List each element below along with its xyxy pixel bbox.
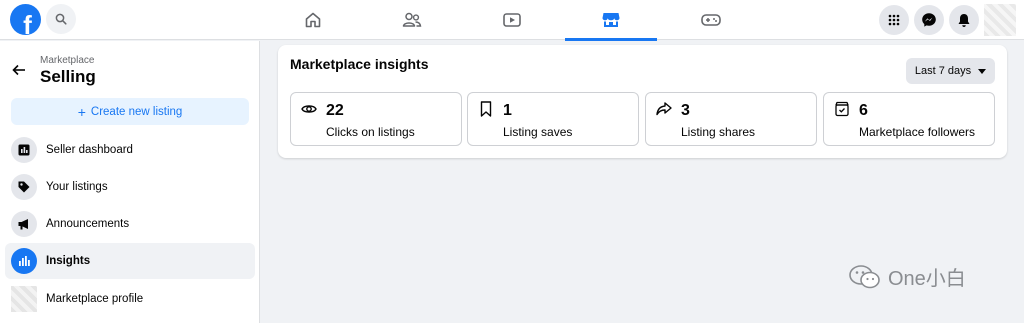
sidebar-item-insights[interactable]: Insights [5,243,255,279]
page-title: Selling [40,67,96,86]
stat-value: 6 [859,102,868,119]
shop-bag-icon [834,101,850,117]
sidebar-item-label: Insights [46,255,91,267]
menu-grid-icon [888,14,900,26]
stat-label: Listing saves [503,125,573,139]
messenger-button[interactable] [914,5,944,35]
home-icon [305,12,321,28]
tab-marketplace[interactable] [565,0,657,41]
stat-card-clicks: 22 Clicks on listings [290,92,462,146]
share-icon [656,101,672,117]
card-title: Marketplace insights [290,56,429,72]
stat-card-shares: 3 Listing shares [645,92,817,146]
top-navigation-bar: f [0,0,1024,41]
plus-icon: + [77,103,86,120]
bookmark-icon [478,101,494,117]
stat-value: 1 [503,102,512,119]
back-button[interactable] [10,61,28,79]
sidebar-item-marketplace-profile[interactable]: Marketplace profile [5,281,255,317]
bar-chart-icon [11,248,37,274]
tab-friends[interactable] [366,0,458,40]
stat-value: 22 [326,102,344,119]
breadcrumb[interactable]: Marketplace [40,55,94,66]
account-avatar[interactable] [984,4,1016,36]
stat-label: Clicks on listings [326,125,415,139]
watermark-text: One小白 [888,268,966,290]
sidebar-item-announcements[interactable]: Announcements [5,206,255,242]
gaming-icon [701,14,721,26]
marketplace-icon [602,13,620,27]
tab-watch[interactable] [466,0,558,40]
facebook-logo[interactable]: f [10,4,41,35]
sidebar: Marketplace Selling + Create new listing… [0,41,260,323]
caret-down-icon [978,68,987,74]
dashboard-icon [11,137,37,163]
stat-card-followers: 6 Marketplace followers [823,92,995,146]
eye-icon [301,101,317,117]
date-range-select[interactable]: Last 7 days [906,58,995,84]
tab-home[interactable] [267,0,359,40]
notifications-button[interactable] [949,5,979,35]
stat-card-saves: 1 Listing saves [467,92,639,146]
sidebar-item-label: Announcements [46,218,130,230]
messenger-icon [922,13,936,27]
search-button[interactable] [46,4,76,34]
tag-icon [11,174,37,200]
sidebar-item-your-listings[interactable]: Your listings [5,169,255,205]
profile-avatar [11,286,37,312]
sidebar-item-label: Seller dashboard [46,144,133,156]
stat-label: Marketplace followers [859,125,976,139]
stat-value: 3 [681,102,690,119]
search-icon [55,13,67,25]
create-listing-button[interactable]: + Create new listing [11,98,249,125]
stat-label: Listing shares [681,125,756,139]
tab-gaming[interactable] [665,0,757,40]
sidebar-item-label: Marketplace profile [46,293,144,305]
notifications-icon [958,13,970,27]
wechat-icon [849,264,880,288]
insights-card: Marketplace insights Last 7 days 22 Clic… [278,45,1007,158]
sidebar-item-label: Your listings [46,181,108,193]
megaphone-icon [11,211,37,237]
back-arrow-icon [12,64,25,76]
sidebar-item-seller-dashboard[interactable]: Seller dashboard [5,132,255,168]
friends-icon [402,12,422,27]
watermark: One小白 [848,262,966,291]
watch-icon [503,13,521,27]
menu-button[interactable] [879,5,909,35]
